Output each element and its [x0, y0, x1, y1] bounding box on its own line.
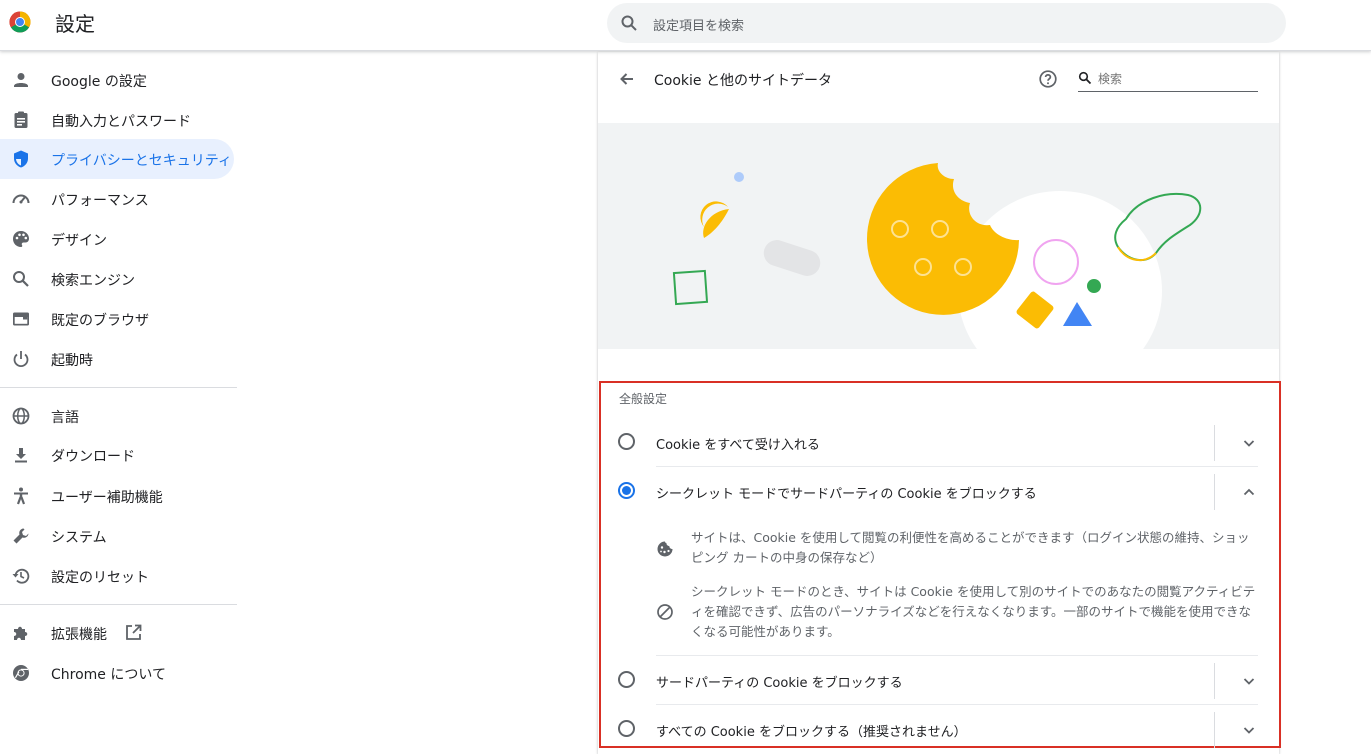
app-title: 設定 [55, 12, 95, 36]
top-bar: 設定 設定項目を検索 [0, 0, 1371, 51]
shield-icon [14, 150, 28, 168]
sidebar-item-label: 起動時 [51, 353, 93, 369]
option-label: すべての Cookie をブロックする（推奨されません） [656, 725, 967, 740]
radio-button[interactable] [618, 671, 635, 688]
sidebar-item-on-startup[interactable]: 起動時 [0, 339, 234, 379]
sidebar-item-appearance[interactable]: デザイン [0, 219, 234, 259]
vertical-divider [1214, 663, 1215, 699]
browser-icon [13, 312, 29, 326]
divider [656, 655, 1258, 656]
sidebar-item-label: Google の設定 [51, 74, 147, 90]
sidebar-item-languages[interactable]: 言語 [0, 396, 234, 436]
option-allow-all-cookies[interactable]: Cookie をすべて受け入れる [601, 419, 1279, 467]
sidebar-item-downloads[interactable]: ダウンロード [0, 435, 234, 475]
option-label: Cookie をすべて受け入れる [656, 438, 820, 453]
sidebar-item-autofill[interactable]: 自動入力とパスワード [0, 100, 234, 140]
sidebar-item-label: 言語 [51, 410, 79, 426]
detail-text: シークレット モードのとき、サイトは Cookie を使用して別のサイトでのあな… [691, 584, 1256, 639]
option-block-third-party[interactable]: サードパーティの Cookie をブロックする [601, 657, 1279, 705]
divider [656, 466, 1258, 467]
power-icon [13, 351, 29, 368]
radio-button-selected[interactable] [618, 482, 635, 499]
sidebar-item-label: 設定のリセット [51, 570, 149, 586]
block-icon [657, 604, 673, 620]
palette-icon [13, 231, 29, 247]
person-icon [14, 73, 28, 87]
option-label: シークレット モードでサードパーティの Cookie をブロックする [656, 487, 1037, 502]
card-header: Cookie と他のサイトデータ [598, 52, 1279, 122]
detail-item: サイトは、Cookie を使用して閲覧の利便性を高めることができます（ログイン状… [656, 528, 1256, 572]
clipboard-icon [14, 111, 28, 128]
sidebar-item-accessibility[interactable]: ユーザー補助機能 [0, 476, 234, 516]
vertical-divider [1214, 425, 1215, 461]
chrome-icon [13, 665, 29, 681]
sidebar-divider [0, 604, 237, 605]
sidebar-item-label: プライバシーとセキュリティ [51, 153, 232, 169]
vertical-divider [1214, 474, 1215, 510]
sidebar-divider [0, 387, 237, 388]
open-in-new-icon [126, 624, 142, 640]
globe-icon [12, 407, 30, 425]
puzzle-icon [14, 626, 28, 640]
chevron-down-icon[interactable] [1241, 673, 1257, 689]
sidebar-item-performance[interactable]: パフォーマンス [0, 179, 234, 219]
sidebar-item-search-engine[interactable]: 検索エンジン [0, 259, 234, 299]
cookie-illustration-graphic [672, 163, 1202, 349]
page-title: Cookie と他のサイトデータ [654, 73, 832, 89]
sidebar-item-default-browser[interactable]: 既定のブラウザ [0, 299, 234, 339]
divider [656, 704, 1258, 705]
detail-text: サイトは、Cookie を使用して閲覧の利便性を高めることができます（ログイン状… [691, 530, 1250, 565]
sidebar-item-about-chrome[interactable]: Chrome について [0, 653, 234, 693]
radio-button[interactable] [618, 433, 635, 450]
sidebar-item-reset[interactable]: 設定のリセット [0, 556, 234, 596]
search-icon [13, 271, 29, 287]
cookie-icon [657, 541, 673, 557]
sidebar-item-label: 自動入力とパスワード [51, 114, 191, 130]
sidebar-item-label: システム [51, 530, 107, 546]
settings-search-box[interactable]: 設定項目を検索 [607, 3, 1286, 43]
detail-item: シークレット モードのとき、サイトは Cookie を使用して別のサイトでのあな… [656, 582, 1256, 644]
sidebar-item-label: 既定のブラウザ [51, 313, 149, 329]
chrome-logo-icon [9, 11, 31, 33]
cookie-illustration [598, 123, 1279, 349]
vertical-divider [1214, 712, 1215, 748]
wrench-icon [13, 528, 29, 544]
option-block-all-cookies[interactable]: すべての Cookie をブロックする（推奨されません） [601, 706, 1279, 754]
page-search-input[interactable] [1098, 68, 1258, 90]
sidebar-item-label: 拡張機能 [51, 627, 107, 643]
sidebar-item-google[interactable]: Google の設定 [0, 60, 234, 100]
chevron-up-icon[interactable] [1241, 484, 1257, 500]
settings-search-placeholder: 設定項目を検索 [653, 19, 745, 34]
download-icon [15, 448, 27, 463]
section-title: 全般設定 [619, 392, 668, 406]
search-icon [621, 15, 637, 31]
chevron-down-icon[interactable] [1241, 722, 1257, 738]
chevron-down-icon[interactable] [1241, 435, 1257, 451]
search-icon [1078, 71, 1092, 85]
sidebar-item-label: ユーザー補助機能 [51, 490, 163, 506]
sidebar-item-label: ダウンロード [51, 449, 135, 465]
sidebar-item-label: デザイン [51, 233, 107, 249]
restore-icon [12, 568, 30, 584]
sidebar-item-privacy[interactable]: プライバシーとセキュリティ [0, 139, 234, 179]
accessibility-icon [14, 487, 28, 505]
sidebar-item-label: 検索エンジン [51, 273, 135, 289]
sidebar-item-system[interactable]: システム [0, 516, 234, 556]
general-settings-section: 全般設定 Cookie をすべて受け入れる シークレット モードでサードパーティ… [599, 381, 1281, 748]
help-icon[interactable] [1038, 69, 1058, 89]
back-arrow-icon[interactable] [617, 69, 637, 89]
page-search-field[interactable] [1078, 68, 1258, 92]
speedometer-icon [12, 194, 30, 204]
radio-button[interactable] [618, 720, 635, 737]
sidebar-item-label: パフォーマンス [51, 193, 149, 209]
option-block-third-party-incognito[interactable]: シークレット モードでサードパーティの Cookie をブロックする [601, 468, 1279, 516]
sidebar-item-label: Chrome について [51, 667, 166, 683]
option-label: サードパーティの Cookie をブロックする [656, 676, 903, 691]
sidebar-item-extensions[interactable]: 拡張機能 [0, 613, 234, 653]
